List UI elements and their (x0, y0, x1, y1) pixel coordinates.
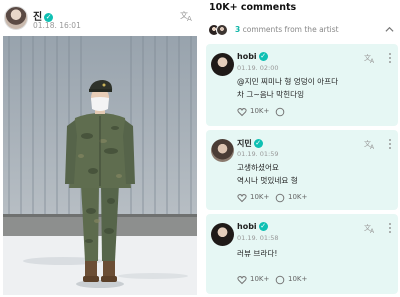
heart-icon (237, 108, 247, 117)
author-avatar[interactable] (4, 6, 28, 30)
commenter-name[interactable]: hobi ✓ (237, 222, 268, 231)
comment-text-line: 차 그~음나 막힌다잉 (237, 90, 305, 99)
svg-text:A: A (370, 144, 375, 149)
verified-icon: ✓ (258, 52, 268, 61)
reply-button[interactable] (275, 106, 315, 118)
translate-icon[interactable]: 文 A (364, 223, 376, 233)
svg-text:A: A (370, 228, 375, 233)
commenter-name-text: hobi (237, 222, 257, 231)
comment-card: hobi ✓ 01.19. 01:58 文 A 러뷰 브라다! 10K+ 10K+ (206, 214, 398, 294)
commenter-name-text: 지민 (237, 139, 252, 148)
like-button[interactable]: 10K+ (237, 274, 277, 286)
artist-comments-text: comments from the artist (242, 25, 339, 34)
commenter-avatar[interactable] (211, 223, 234, 246)
reply-count: 10K+ (288, 275, 308, 283)
post-panel: 진 ✓ 01.18. 16:01 文 A (0, 0, 200, 297)
commenter-avatar[interactable] (211, 139, 234, 162)
artist-comments-label: 3 comments from the artist (235, 25, 339, 34)
post-date: 01.18. 16:01 (33, 21, 81, 30)
commenter-name-text: hobi (237, 52, 257, 61)
like-count: 10K+ (250, 107, 270, 115)
more-vertical-icon[interactable] (388, 138, 392, 150)
comment-text-line: 역시나 멋있네요 형 (237, 176, 298, 185)
like-button[interactable]: 10K+ (237, 106, 277, 118)
post-photo[interactable] (3, 36, 197, 295)
more-vertical-icon[interactable] (388, 52, 392, 64)
heart-icon (237, 194, 247, 203)
comments-panel: 10K+ comments 3 comments from the artist… (204, 0, 400, 297)
translate-icon[interactable]: 文 A (364, 53, 376, 63)
more-vertical-icon[interactable] (388, 222, 392, 234)
comment-card: hobi ✓ 01.19. 02:00 文 A @지민 찌미나 형 엉덩이 아프다… (206, 44, 398, 126)
verified-icon: ✓ (253, 139, 263, 148)
comment-time: 01.19. 02:00 (237, 64, 279, 72)
commenter-avatar[interactable] (211, 53, 234, 76)
commenter-name[interactable]: 지민 ✓ (237, 138, 263, 149)
artist-comment-count: 3 (235, 25, 241, 34)
reply-count: 10K+ (288, 193, 308, 201)
comment-text-line: @지민 찌미나 형 엉덩이 아프다 (237, 77, 339, 86)
translate-icon[interactable]: 文 A (364, 139, 376, 149)
svg-text:A: A (187, 15, 192, 22)
reply-button[interactable]: 10K+ (275, 274, 315, 286)
comment-bubble-icon (275, 107, 285, 117)
comment-time: 01.19. 01:59 (237, 150, 279, 158)
like-count: 10K+ (250, 275, 270, 283)
comment-actions: 10K+ 10K+ (237, 192, 387, 204)
chevron-up-icon[interactable] (385, 25, 394, 34)
comment-actions: 10K+ 10K+ (237, 274, 387, 286)
reply-button[interactable]: 10K+ (275, 192, 315, 204)
svg-text:A: A (370, 58, 375, 63)
artist-comments-toggle[interactable]: 3 comments from the artist (208, 22, 398, 38)
comment-time: 01.19. 01:58 (237, 234, 279, 242)
like-button[interactable]: 10K+ (237, 192, 277, 204)
artist-avatar (216, 24, 228, 36)
comment-bubble-icon (275, 193, 285, 203)
comment-card: 지민 ✓ 01.19. 01:59 文 A 고생하셨어요 역시나 멋있네요 형 1… (206, 130, 398, 210)
like-count: 10K+ (250, 193, 270, 201)
heart-icon (237, 276, 247, 285)
comment-bubble-icon (275, 275, 285, 285)
comments-count-title: 10K+ comments (209, 2, 297, 13)
verified-icon: ✓ (258, 222, 268, 231)
comment-actions: 10K+ (237, 106, 387, 118)
post-header: 진 ✓ 01.18. 16:01 文 A (4, 4, 196, 34)
translate-icon[interactable]: 文 A (180, 10, 194, 22)
comment-text-line: 러뷰 브라다! (237, 249, 278, 258)
commenter-name[interactable]: hobi ✓ (237, 52, 268, 61)
comment-text-line: 고생하셨어요 (237, 163, 279, 172)
